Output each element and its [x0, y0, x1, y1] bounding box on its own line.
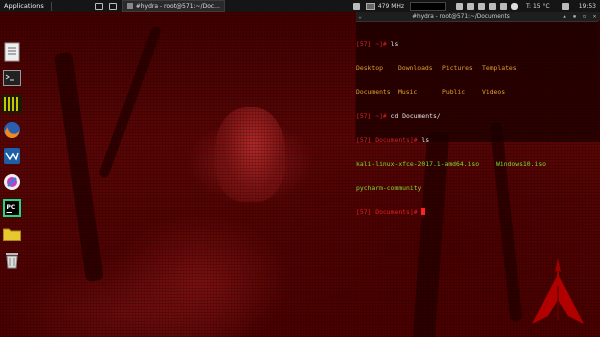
show-desktop-icon[interactable]: [94, 2, 103, 10]
cpu-frequency-monitor[interactable]: 479 MHz: [365, 2, 405, 10]
terminal-icon: [126, 3, 133, 9]
dock-item-terminal[interactable]: [2, 68, 22, 88]
minimize-icon[interactable]: ▪: [571, 13, 578, 20]
clipboard-icon[interactable]: [467, 2, 475, 10]
document-icon: [4, 42, 20, 62]
dock-item-firefox[interactable]: [2, 120, 22, 140]
terminal-title: #hydra - root@571:~/Documents: [412, 13, 510, 20]
dock-item-wireshark[interactable]: [2, 146, 22, 166]
dock-item-files[interactable]: [2, 224, 22, 244]
pycharm-icon: PC: [3, 199, 21, 217]
terminal-line: [57] ~]# cd Documents/: [356, 112, 441, 120]
power-icon[interactable]: [561, 2, 569, 10]
cpu-icon: [365, 2, 375, 10]
weather-icon[interactable]: [511, 2, 519, 10]
wireshark-icon: [4, 148, 20, 164]
window-controls: ▴ ▪ ▫ ✕: [558, 13, 598, 20]
applications-menu[interactable]: Applications: [0, 2, 48, 10]
terminal-line: Documents Music Public Videos: [356, 88, 506, 96]
terminal-line: [57] Documents]#: [356, 208, 600, 216]
matrix-icon: [2, 95, 22, 113]
taskbar-item-label: #hydra - root@571:~/Doc...: [135, 2, 220, 10]
terminal-output[interactable]: [57] ~]# ls Desktop Downloads Pictures Temp…: [356, 22, 600, 232]
dock-item-maltego[interactable]: [2, 172, 22, 192]
terminal-line: kali-linux-xfce-2017.1-amd64.iso Windows1…: [356, 160, 547, 168]
terminal-line: [57] ~]# ls: [356, 40, 399, 48]
kali-dragon-logo: [532, 258, 584, 324]
dock-item-trash[interactable]: [2, 250, 22, 270]
terminal-line: Desktop Downloads Pictures Templates: [356, 64, 517, 72]
wallpaper-figure: [215, 107, 285, 202]
settings-icon[interactable]: [500, 2, 508, 10]
taskbar-item-terminal[interactable]: #hydra - root@571:~/Doc...: [121, 0, 225, 12]
panel-separator: [50, 1, 52, 11]
trash-icon: [6, 253, 18, 269]
terminal-window[interactable]: ⌄ #hydra - root@571:~/Documents ▴ ▪ ▫ ✕ …: [355, 12, 600, 216]
close-icon[interactable]: ✕: [591, 13, 598, 20]
cpu-frequency-label: 479 MHz: [377, 2, 405, 10]
terminal-cursor: [421, 208, 426, 215]
screenshot-icon[interactable]: [352, 2, 360, 10]
window-list-icon[interactable]: [108, 2, 117, 10]
application-dock: PC: [2, 42, 24, 276]
terminal-icon: [3, 70, 21, 86]
maximize-icon[interactable]: ▫: [581, 13, 588, 20]
folder-icon: [3, 228, 21, 241]
maltego-icon: [4, 174, 20, 190]
terminal-line: pycharm-community: [356, 184, 422, 192]
terminal-titlebar[interactable]: ⌄ #hydra - root@571:~/Documents ▴ ▪ ▫ ✕: [356, 12, 600, 22]
dock-item-document-viewer[interactable]: [2, 42, 22, 62]
cpu-graph: [410, 1, 447, 11]
temperature-label: T: 15 °C: [526, 2, 550, 10]
dock-item-matrix[interactable]: [2, 94, 22, 114]
network-icon[interactable]: [478, 2, 486, 10]
system-tray: 479 MHz T: 15 °C 19:53: [351, 0, 600, 12]
shade-icon[interactable]: ▴: [561, 13, 568, 20]
window-menu-icon[interactable]: ⌄: [356, 13, 364, 20]
terminal-line: [57] Documents]# ls: [356, 136, 430, 144]
firefox-icon: [4, 122, 20, 138]
clock[interactable]: 19:53: [579, 3, 596, 10]
bluetooth-icon[interactable]: [456, 2, 464, 10]
dock-item-pycharm[interactable]: PC: [2, 198, 22, 218]
wallpaper-branch: [97, 25, 163, 179]
wallpaper-tree: [54, 51, 104, 283]
svg-text:PC: PC: [7, 204, 16, 211]
volume-icon[interactable]: [489, 2, 497, 10]
